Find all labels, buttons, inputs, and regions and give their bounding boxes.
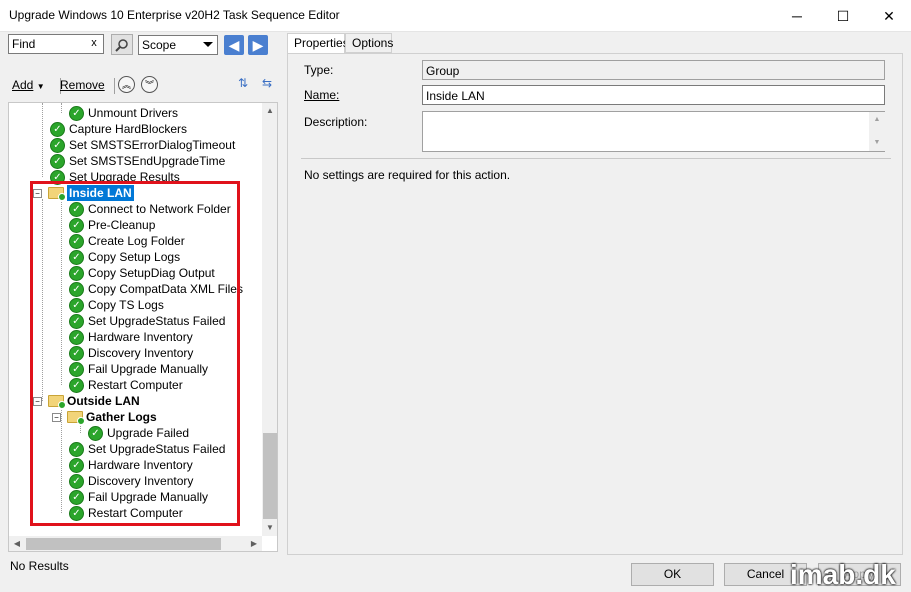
type-field: Group <box>422 60 885 80</box>
search-button[interactable] <box>111 34 133 55</box>
remove-button[interactable]: Remove <box>60 78 105 92</box>
tab-properties[interactable]: Properties <box>287 33 349 54</box>
name-input[interactable]: Inside LAN <box>422 85 885 105</box>
tree-vertical-scrollbar[interactable]: ▲ ▼ <box>262 103 277 536</box>
chevron-up-icon: ︽ <box>121 80 131 90</box>
arrow-right-icon: ▶ <box>252 36 264 53</box>
tree-icon: ⇆ <box>261 76 273 90</box>
close-button[interactable]: ✕ <box>866 0 911 32</box>
tree-item[interactable]: ✓ Unmount Drivers <box>69 105 178 121</box>
ok-button[interactable]: OK <box>631 563 714 586</box>
dropdown-arrow-icon: ▼ <box>36 82 45 91</box>
divider <box>301 158 891 159</box>
success-icon: ✓ <box>50 121 65 137</box>
info-message: No settings are required for this action… <box>304 168 511 182</box>
chevron-down-icon: ︾ <box>144 80 154 90</box>
previous-result-button[interactable]: ◀ <box>224 35 244 55</box>
scroll-down-icon[interactable]: ▼ <box>262 520 277 536</box>
tree-item-label: Set SMSTSErrorDialogTimeout <box>69 138 236 152</box>
description-input[interactable] <box>422 111 885 152</box>
tree-item-label: Capture HardBlockers <box>69 122 188 136</box>
scroll-right-icon[interactable]: ▶ <box>246 536 262 551</box>
name-label: Name: <box>304 88 340 102</box>
maximize-button[interactable]: ☐ <box>820 0 866 32</box>
tree-toolbar: Add ▼ Remove ︽ ︾ ⇅ ⇆ <box>8 74 278 96</box>
scope-value: Scope <box>142 38 177 52</box>
tree-item-label: Unmount Drivers <box>88 106 179 120</box>
window-title: Upgrade Windows 10 Enterprise v20H2 Task… <box>9 8 340 22</box>
scrollbar-thumb[interactable] <box>263 433 277 519</box>
success-icon: ✓ <box>69 105 84 121</box>
scroll-left-icon[interactable]: ◀ <box>9 536 25 551</box>
tree-horizontal-scrollbar[interactable]: ◀ ▶ <box>9 536 262 551</box>
properties-panel: Type: Group Name: Inside LAN Description… <box>287 53 903 555</box>
tree-guide <box>61 103 62 113</box>
tree-item-label: Set SMSTSEndUpgradeTime <box>69 154 226 168</box>
chevron-down-icon <box>203 42 213 47</box>
highlight-annotation <box>30 181 240 526</box>
scroll-up-icon[interactable]: ▲ <box>869 112 885 128</box>
minimize-button[interactable]: ─ <box>774 0 820 32</box>
status-text: No Results <box>10 559 69 573</box>
tree-item[interactable]: ✓ Capture HardBlockers <box>50 121 187 137</box>
collapse-all-button[interactable]: ⇆ <box>258 76 276 94</box>
remove-label: Remove <box>60 78 105 92</box>
expand-all-button[interactable]: ⇅ <box>234 76 252 94</box>
tree-guide <box>42 103 43 177</box>
arrow-left-icon: ◀ <box>228 36 240 53</box>
success-icon: ✓ <box>50 153 65 169</box>
tree-item[interactable]: ✓ Set SMSTSErrorDialogTimeout <box>50 137 235 153</box>
title-bar: Upgrade Windows 10 Enterprise v20H2 Task… <box>0 0 911 32</box>
success-icon: ✓ <box>50 137 65 153</box>
description-scrollbar[interactable]: ▲ ▼ <box>869 112 885 151</box>
toolbar-divider <box>114 78 115 94</box>
add-menu-button[interactable]: Add ▼ <box>12 78 45 92</box>
tab-options[interactable]: Options <box>345 33 393 53</box>
type-label: Type: <box>304 63 334 77</box>
move-up-button[interactable]: ︽ <box>118 76 135 93</box>
watermark-logo: imab.dk <box>790 559 896 590</box>
add-label: Add <box>12 78 34 92</box>
scope-dropdown[interactable]: Scope <box>138 35 218 55</box>
scrollbar-thumb[interactable] <box>26 538 221 550</box>
scroll-up-icon[interactable]: ▲ <box>262 103 277 119</box>
magnifier-icon <box>115 38 128 52</box>
clear-search-button[interactable]: x <box>87 36 101 50</box>
next-result-button[interactable]: ▶ <box>248 35 268 55</box>
sort-icon: ⇅ <box>237 76 249 90</box>
move-down-button[interactable]: ︾ <box>141 76 158 93</box>
description-label: Description: <box>304 115 368 129</box>
tree-item[interactable]: ✓ Set SMSTSEndUpgradeTime <box>50 153 225 169</box>
scroll-down-icon[interactable]: ▼ <box>869 135 885 151</box>
